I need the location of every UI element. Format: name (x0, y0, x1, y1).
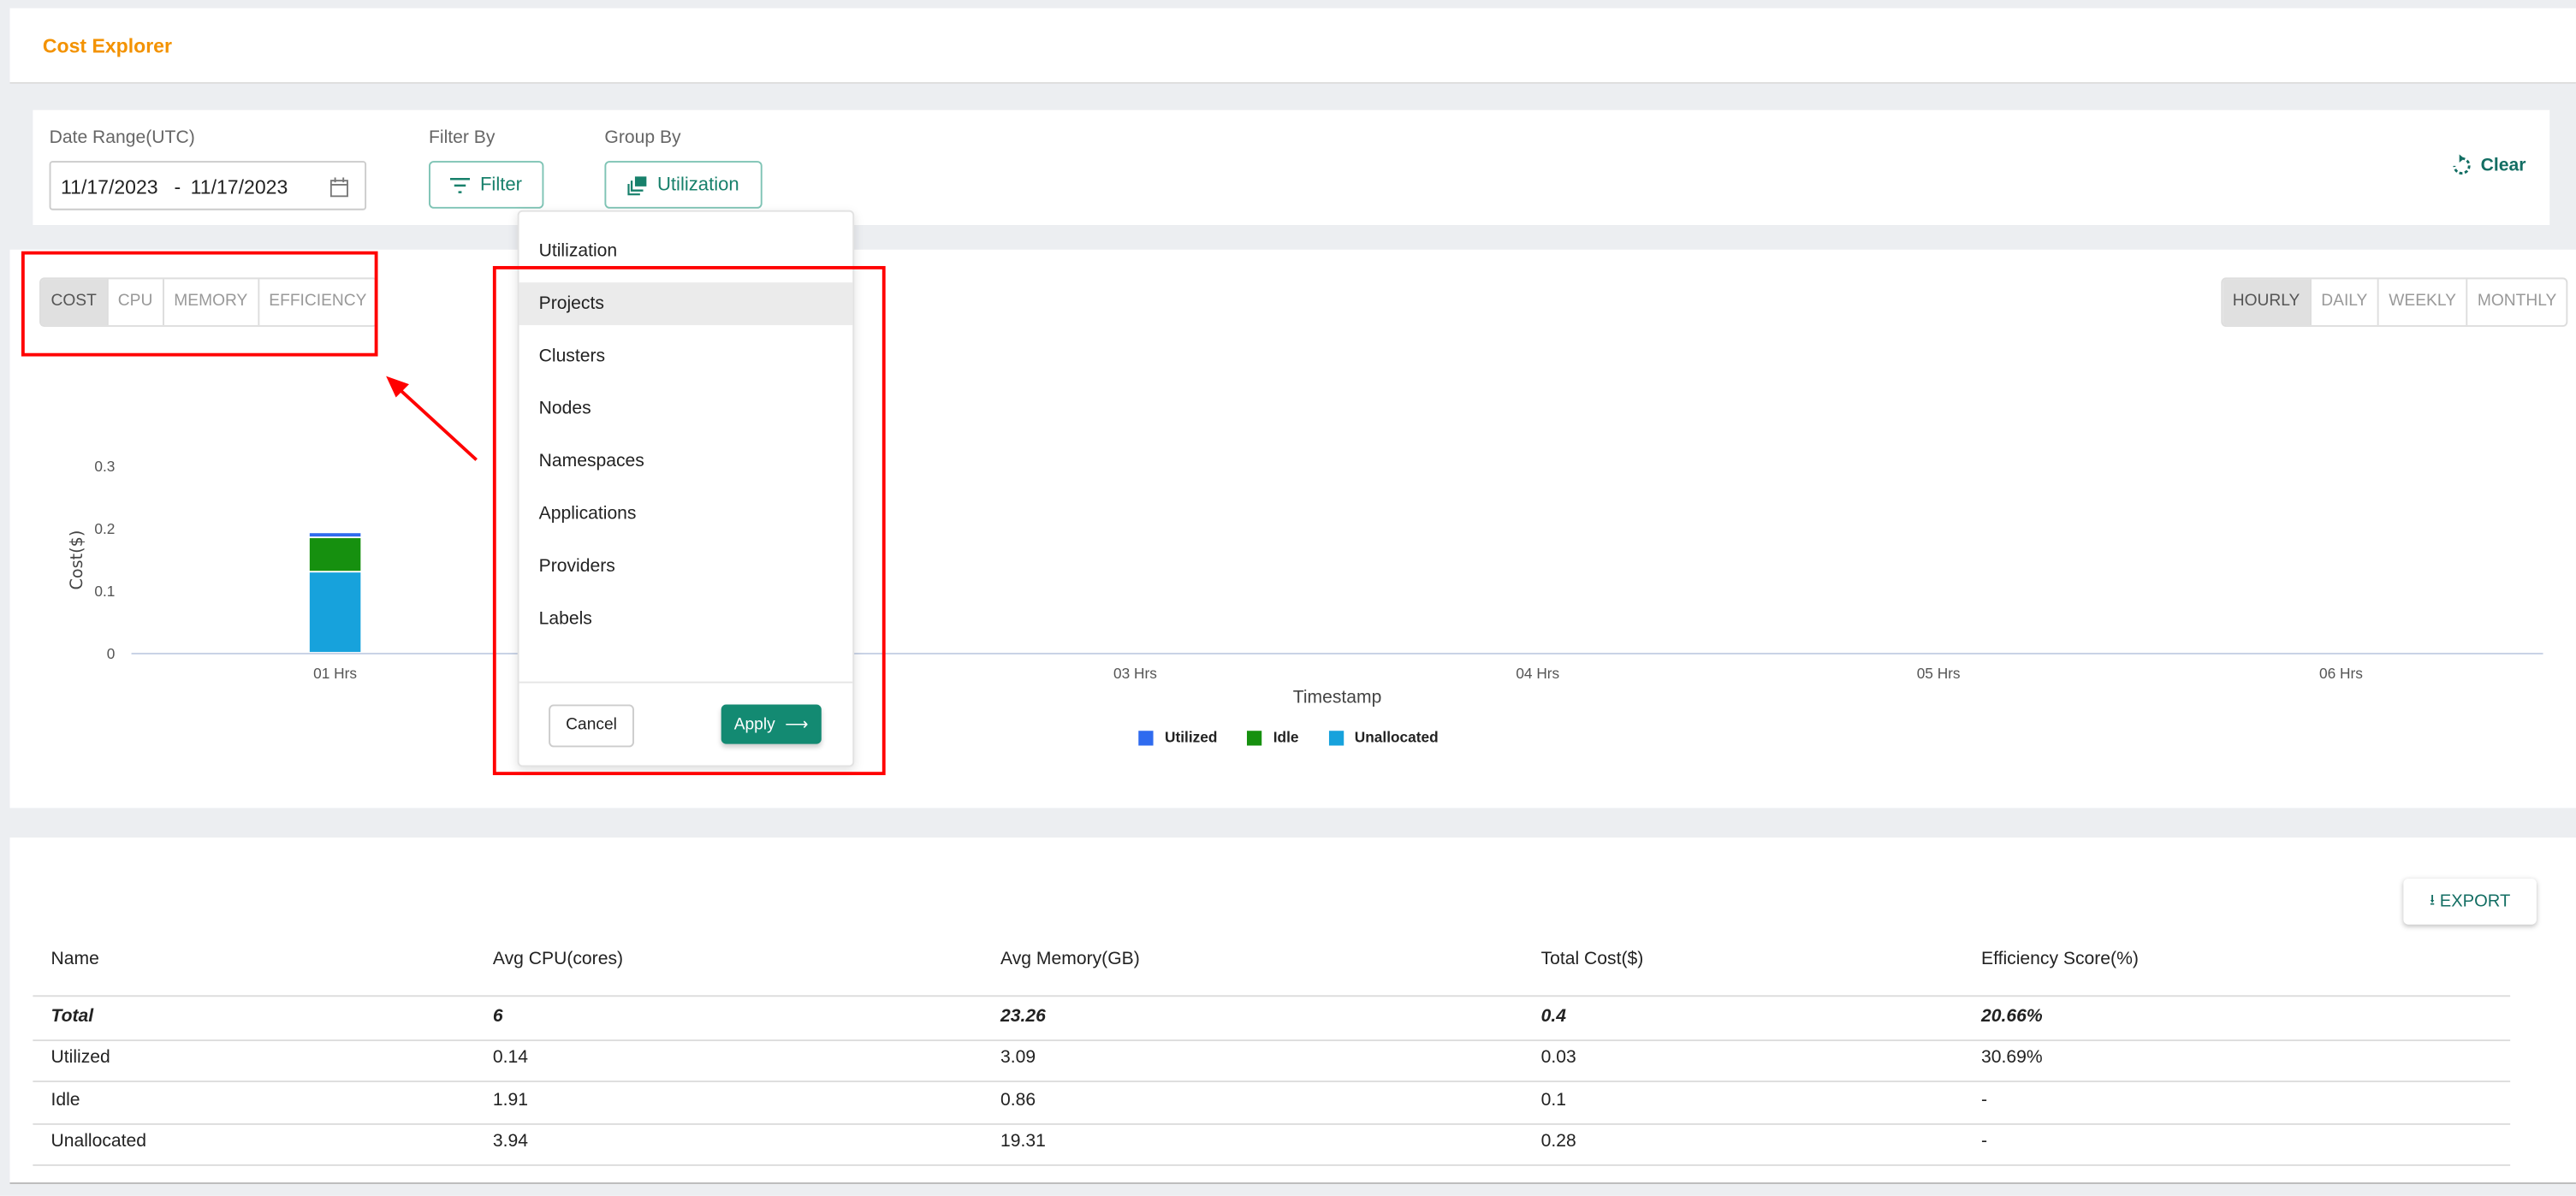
bar-segment-utilized (309, 533, 361, 537)
table-cell: 0.14 (492, 1048, 529, 1069)
annotation-arrow-icon (386, 376, 478, 461)
table-cell: 19.31 (1000, 1131, 1046, 1152)
y-axis-title: Cost($) (67, 530, 86, 590)
table-cell: - (1981, 1089, 1988, 1110)
bar-segment-idle (309, 538, 361, 571)
table-cell: 0.86 (1000, 1089, 1036, 1110)
bar-segment-unallocated (309, 572, 361, 653)
legend-utilized[interactable]: Utilized (1138, 729, 1217, 745)
export-button[interactable]: ⭳ EXPORT (2403, 879, 2536, 925)
table-cell: 0.1 (1540, 1089, 1566, 1110)
page: Cost Explorer Date Range(UTC) 11/17/2023… (0, 0, 2576, 1196)
column-header: Total Cost($) (1540, 949, 1644, 969)
x-tick-label: 05 Hrs (1917, 665, 1961, 682)
x-tick-label: 06 Hrs (2319, 665, 2363, 682)
row-divider (33, 1039, 2511, 1042)
row-divider (33, 995, 2511, 998)
column-header: Efficiency Score(%) (1981, 949, 2139, 969)
x-axis-title: Timestamp (1293, 688, 1382, 708)
table-cell: Total (50, 1006, 94, 1027)
row-divider (33, 1122, 2511, 1125)
table-cell: Utilized (50, 1048, 110, 1069)
y-tick-label: 0.1 (94, 583, 115, 600)
table-cell: 20.66% (1981, 1006, 2043, 1027)
summary-card: ⭳ EXPORT Name Avg CPU(cores) Avg Memory(GB)… (9, 837, 2576, 1185)
table-cell: 0.03 (1540, 1048, 1576, 1069)
y-tick-label: 0 (107, 645, 116, 662)
row-divider (33, 1163, 2511, 1166)
download-icon: ⭳ (2429, 891, 2435, 909)
table-cell: 1.91 (492, 1089, 529, 1110)
table-cell: 6 (492, 1006, 503, 1027)
table-cell: 23.26 (1000, 1006, 1046, 1027)
row-divider (33, 1081, 2511, 1083)
legend-swatch (1247, 730, 1262, 745)
x-tick-label: 04 Hrs (1516, 665, 1559, 682)
legend-label: Utilized (1164, 729, 1218, 746)
x-tick-label: 01 Hrs (313, 665, 357, 682)
chart-legend: Utilized Idle Unallocated (1138, 729, 1439, 746)
table-cell: 0.28 (1540, 1131, 1576, 1152)
legend-unallocated[interactable]: Unallocated (1328, 729, 1439, 745)
legend-idle[interactable]: Idle (1247, 729, 1299, 746)
legend-label: Idle (1273, 729, 1299, 746)
table-cell: 30.69% (1981, 1048, 2043, 1069)
table-cell: 0.4 (1540, 1006, 1566, 1027)
table-cell: - (1981, 1131, 1988, 1152)
legend-swatch (1328, 730, 1344, 745)
column-header: Name (50, 949, 99, 969)
table-cell: 3.09 (1000, 1048, 1036, 1069)
legend-label: Unallocated (1354, 729, 1439, 746)
column-header: Avg Memory(GB) (1000, 949, 1140, 969)
export-label: EXPORT (2439, 891, 2511, 912)
x-tick-label: 03 Hrs (1113, 665, 1157, 682)
column-header: Avg CPU(cores) (492, 949, 624, 969)
table-cell: 3.94 (492, 1131, 529, 1152)
legend-swatch (1138, 730, 1154, 745)
table-cell: Unallocated (50, 1131, 147, 1152)
table-cell: Idle (50, 1089, 80, 1110)
